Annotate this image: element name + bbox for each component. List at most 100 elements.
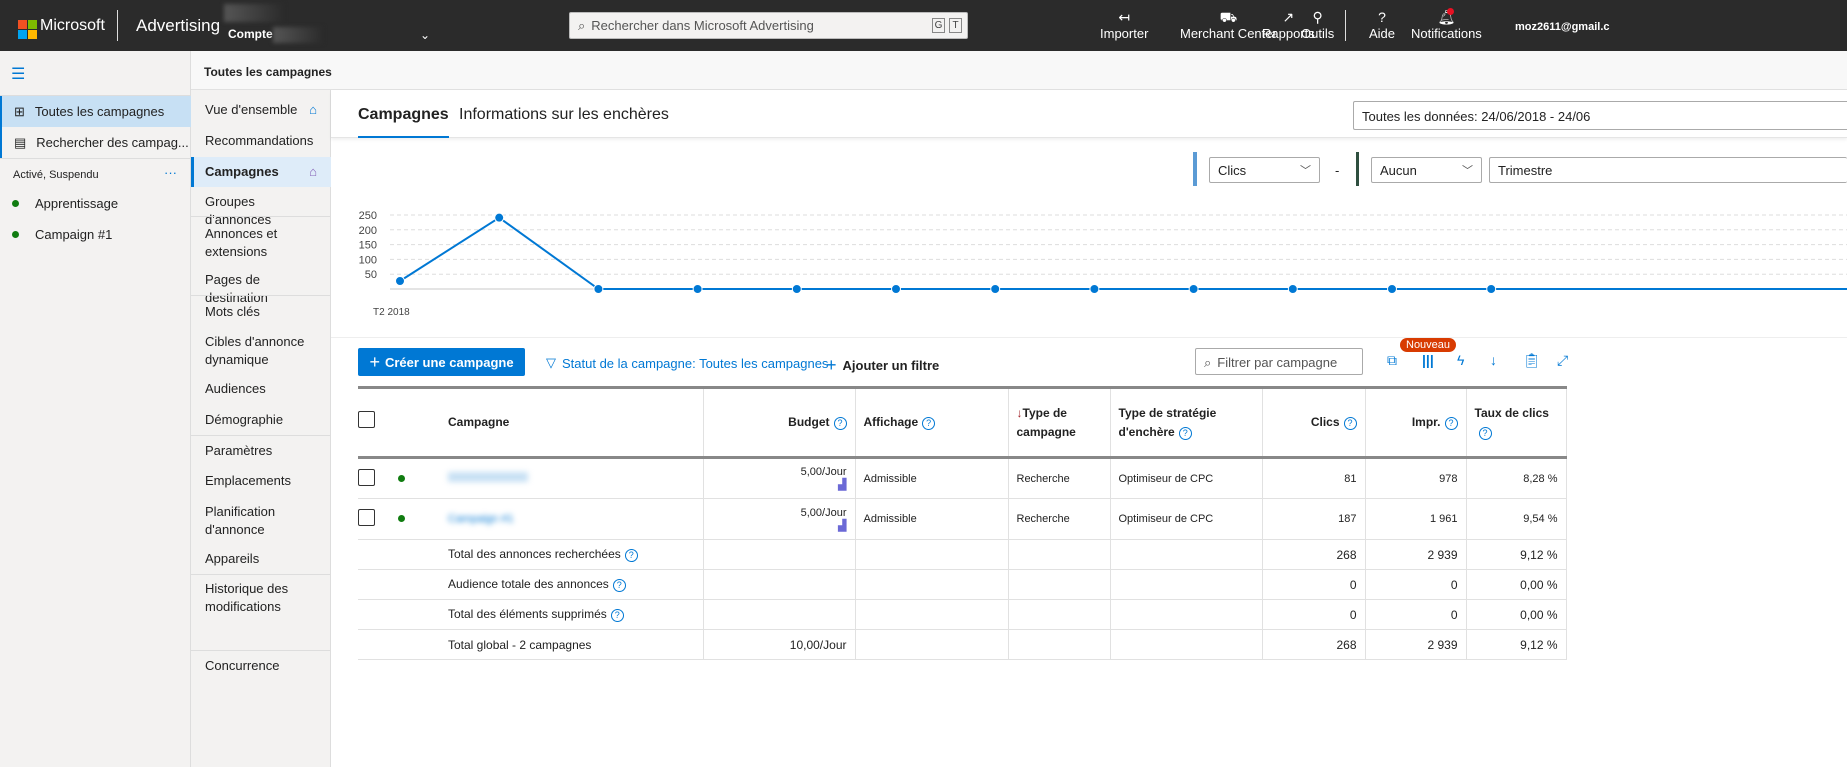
strategy-value: Optimiseur de CPC xyxy=(1110,457,1263,499)
help-icon[interactable]: ? xyxy=(612,579,626,592)
status-filter-label: Activé, Suspendu xyxy=(13,169,99,181)
search-input[interactable]: ⌕ Rechercher dans Microsoft Advertising … xyxy=(569,12,968,39)
nav-notifications[interactable]: 🔔︎ Notifications xyxy=(1411,8,1482,41)
help-icon[interactable]: ? xyxy=(1478,426,1492,440)
all-campaigns-item[interactable]: ⊞ Toutes les campagnes xyxy=(0,96,191,127)
menu-landing-pages[interactable]: Pages de destination xyxy=(191,271,331,307)
metric1-select[interactable]: Clics ﹀ xyxy=(1209,157,1320,183)
col-ctr[interactable]: Taux de clics? xyxy=(1466,386,1567,459)
row-checkbox[interactable] xyxy=(358,509,375,526)
menu-placements[interactable]: Emplacements xyxy=(191,472,331,490)
nav-tools[interactable]: ⚲ Outils xyxy=(1301,8,1334,41)
clipboard-icon[interactable]: 📋︎ xyxy=(1523,352,1541,369)
download-icon[interactable]: ↓ xyxy=(1490,352,1497,368)
hamburger-menu-icon[interactable]: ☰ xyxy=(11,64,25,84)
menu-ad-schedule[interactable]: Planification d'annonce xyxy=(191,503,331,539)
expand-icon[interactable]: ⤢ xyxy=(1557,352,1568,369)
user-account[interactable]: moz2611@gmail.c xyxy=(1515,21,1610,33)
menu-devices[interactable]: Appareils xyxy=(191,550,331,568)
impr-value: 1 961 xyxy=(1365,498,1467,540)
clicks-value: 81 xyxy=(1262,457,1366,499)
search-campaigns-item[interactable]: ▤ Rechercher des campag... xyxy=(0,127,191,158)
wrench-icon: ⚲ xyxy=(1312,9,1323,25)
menu-label: Démographie xyxy=(205,412,284,427)
compare-icon[interactable]: ⧉ xyxy=(1387,352,1397,369)
col-display[interactable]: Affichage? xyxy=(855,386,1009,459)
chevron-down-icon[interactable]: ⌄ xyxy=(420,28,430,42)
date-range-picker[interactable]: Toutes les données: 24/06/2018 - 24/06 xyxy=(1353,101,1847,130)
menu-change-history[interactable]: Historique des modifications xyxy=(191,580,331,616)
period-select[interactable]: Trimestre xyxy=(1489,157,1847,183)
help-icon[interactable]: ? xyxy=(624,549,638,562)
help-icon[interactable]: ? xyxy=(1444,417,1458,430)
campaign-filter-input[interactable]: ⌕ Filtrer par campagne xyxy=(1195,348,1363,375)
menu-overview[interactable]: Vue d'ensemble ⌂ xyxy=(191,100,331,120)
help-icon[interactable]: ? xyxy=(610,609,624,622)
select-all-checkbox[interactable] xyxy=(358,411,375,428)
microsoft-logo-icon xyxy=(18,20,37,39)
menu-dynamic-targets[interactable]: Cibles d'annonce dynamique xyxy=(191,333,331,369)
account-id-redacted xyxy=(273,27,323,43)
bell-icon: 🔔︎ xyxy=(1437,8,1456,25)
status-filter-link[interactable]: ▽ Statut de la campagne: Toutes les campa… xyxy=(546,355,828,371)
col-budget[interactable]: Budget? xyxy=(703,386,856,459)
bid-landscape-icon[interactable]: ▟ xyxy=(712,478,846,491)
menu-ad-groups[interactable]: Groupes d'annonces xyxy=(191,193,331,229)
add-filter-button[interactable]: + Ajouter un filtre xyxy=(826,355,939,376)
col-campaign[interactable]: Campagne xyxy=(440,386,704,459)
columns-icon[interactable]: ||| xyxy=(1422,352,1434,368)
divider xyxy=(191,574,331,575)
top-bar: Microsoft Advertising Compte ⌄ ⌕ Recherc… xyxy=(0,0,1847,51)
divider xyxy=(117,10,118,41)
data-point xyxy=(1089,284,1100,294)
tab-campaigns[interactable]: Campagnes xyxy=(358,106,449,138)
menu-label: Concurrence xyxy=(205,658,280,673)
menu-keywords[interactable]: Mots clés xyxy=(191,303,331,321)
help-icon[interactable]: ? xyxy=(1343,417,1357,430)
menu-recommendations[interactable]: Recommandations xyxy=(191,131,331,151)
col-strategy[interactable]: Type de stratégie d'enchère? xyxy=(1110,386,1263,459)
bid-landscape-icon[interactable]: ▟ xyxy=(712,519,846,532)
campaign-name-link[interactable] xyxy=(448,472,528,482)
summary-row: Audience totale des annonces? 0 0 0,00 % xyxy=(358,569,1567,600)
nav-help[interactable]: ? Aide xyxy=(1369,8,1395,41)
account-label[interactable]: Compte xyxy=(228,27,273,41)
menu-ads[interactable]: Annonces et extensions xyxy=(191,225,331,261)
menu-label: Planification d'annonce xyxy=(205,504,276,537)
summary-label: Total des éléments supprimés xyxy=(448,607,607,621)
lightning-icon[interactable]: ϟ xyxy=(1457,352,1464,368)
tab-auction-insights[interactable]: Informations sur les enchères xyxy=(459,106,669,124)
create-campaign-button[interactable]: + Créer une campagne xyxy=(358,348,525,376)
col-clicks[interactable]: Clics? xyxy=(1262,386,1366,459)
menu-demographics[interactable]: Démographie xyxy=(191,411,331,429)
divider xyxy=(331,337,1847,338)
menu-label: Emplacements xyxy=(205,473,291,488)
metric1-color-marker xyxy=(1193,152,1197,186)
table-row: 5,00/Jour ▟ Admissible Recherche Optimiseur… xyxy=(358,457,1567,499)
help-icon[interactable]: ? xyxy=(922,417,936,430)
col-impr[interactable]: Impr.? xyxy=(1365,386,1467,459)
menu-settings[interactable]: Paramètres xyxy=(191,442,331,460)
help-icon[interactable]: ? xyxy=(833,417,847,430)
help-icon[interactable]: ? xyxy=(1178,426,1192,440)
search-list-icon: ▤ xyxy=(14,134,27,150)
metric2-select[interactable]: Aucun ﹀ xyxy=(1371,157,1482,183)
filter-icon: ▽ xyxy=(546,355,556,370)
display-value: Admissible xyxy=(855,498,1009,540)
row-checkbox[interactable] xyxy=(358,468,375,486)
product-name[interactable]: Advertising xyxy=(136,16,220,36)
nav-label: Notifications xyxy=(1411,26,1482,41)
shortcut-key: T xyxy=(949,18,962,33)
campaign-item[interactable]: Apprentissage xyxy=(0,188,191,219)
nav-import[interactable]: ↤ Importer xyxy=(1100,8,1148,41)
data-point xyxy=(1486,284,1497,294)
summary-row: Total global - 2 campagnes 10,00/Jour 268 2… xyxy=(358,629,1567,660)
campaign-item[interactable]: Campaign #1 xyxy=(0,219,191,250)
menu-label: Vue d'ensemble xyxy=(205,102,298,117)
col-type[interactable]: ↓Type de campagne xyxy=(1008,386,1111,459)
menu-campaigns[interactable]: Campagnes ⌂ xyxy=(191,157,331,187)
more-options-icon[interactable]: ··· xyxy=(164,165,177,180)
campaign-name-link[interactable]: Campaign #1 xyxy=(448,513,513,525)
menu-audiences[interactable]: Audiences xyxy=(191,380,331,398)
menu-competition[interactable]: Concurrence xyxy=(191,657,331,675)
